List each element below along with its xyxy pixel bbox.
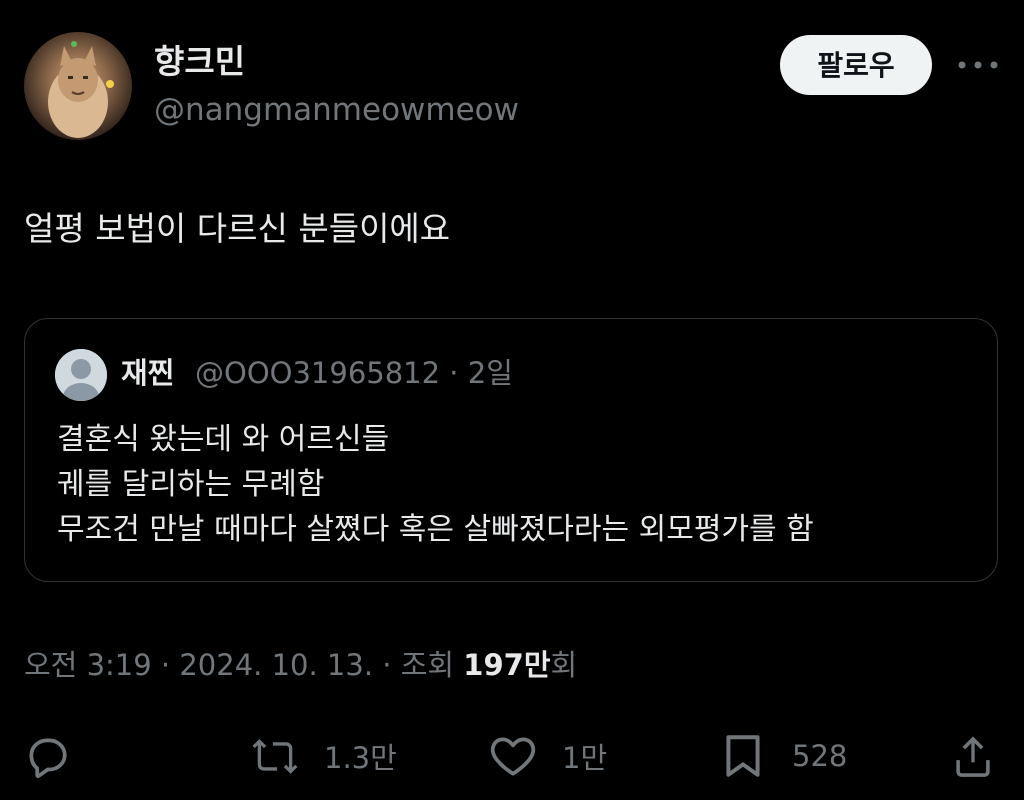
views-suffix: 회 bbox=[550, 648, 578, 682]
share-button[interactable] bbox=[948, 730, 998, 782]
quoted-tweet-card[interactable]: 재찐 @OOO31965812 · 2일 결혼식 왔는데 와 어르신들 궤를 달… bbox=[24, 318, 998, 582]
share-icon bbox=[956, 736, 990, 777]
quote-text-line: 무조건 만날 때마다 살쪘다 혹은 살빠졌다라는 외모평가를 함 bbox=[57, 512, 814, 547]
author-avatar[interactable] bbox=[24, 32, 132, 140]
views-count: 197만 bbox=[463, 648, 551, 682]
tweet-meta: 오전 3:19 · 2024. 10. 13. · 조회 197만회 bbox=[24, 643, 577, 687]
quote-text-line: 결혼식 왔는데 와 어르신들 bbox=[57, 422, 390, 457]
quote-text: 결혼식 왔는데 와 어르신들 궤를 달리하는 무례함 무조건 만날 때마다 살쪘… bbox=[57, 417, 814, 552]
retweet-button[interactable]: 1.3만 bbox=[250, 730, 397, 782]
cat-avatar-image bbox=[48, 41, 114, 138]
heart-icon bbox=[490, 737, 536, 776]
follow-button[interactable]: 팔로우 bbox=[780, 35, 932, 95]
author-handle[interactable]: @nangmanmeowmeow bbox=[154, 88, 519, 132]
tweet-timestamp[interactable]: 오전 3:19 · 2024. 10. 13. · 조회 bbox=[24, 648, 463, 682]
retweet-count: 1.3만 bbox=[324, 741, 397, 775]
retweet-icon bbox=[252, 739, 298, 774]
quote-author-avatar[interactable] bbox=[55, 349, 107, 401]
bookmark-icon bbox=[726, 735, 760, 777]
bookmark-count: 528 bbox=[792, 739, 848, 773]
more-options-icon[interactable] bbox=[952, 45, 1004, 85]
quote-author-handle-time[interactable]: @OOO31965812 · 2일 bbox=[195, 353, 513, 393]
reply-button[interactable] bbox=[22, 730, 72, 782]
reply-icon bbox=[29, 738, 67, 779]
tweet-text: 얼평 보법이 다르신 분들이에요 bbox=[24, 209, 451, 248]
like-count: 1만 bbox=[562, 741, 608, 775]
bookmark-button[interactable]: 528 bbox=[718, 730, 847, 782]
default-avatar-icon bbox=[55, 349, 107, 401]
quote-author-name[interactable]: 재찐 bbox=[121, 353, 174, 393]
quote-text-line: 궤를 달리하는 무례함 bbox=[57, 467, 325, 502]
like-button[interactable]: 1만 bbox=[488, 730, 607, 782]
author-display-name[interactable]: 향크민 bbox=[154, 40, 245, 84]
